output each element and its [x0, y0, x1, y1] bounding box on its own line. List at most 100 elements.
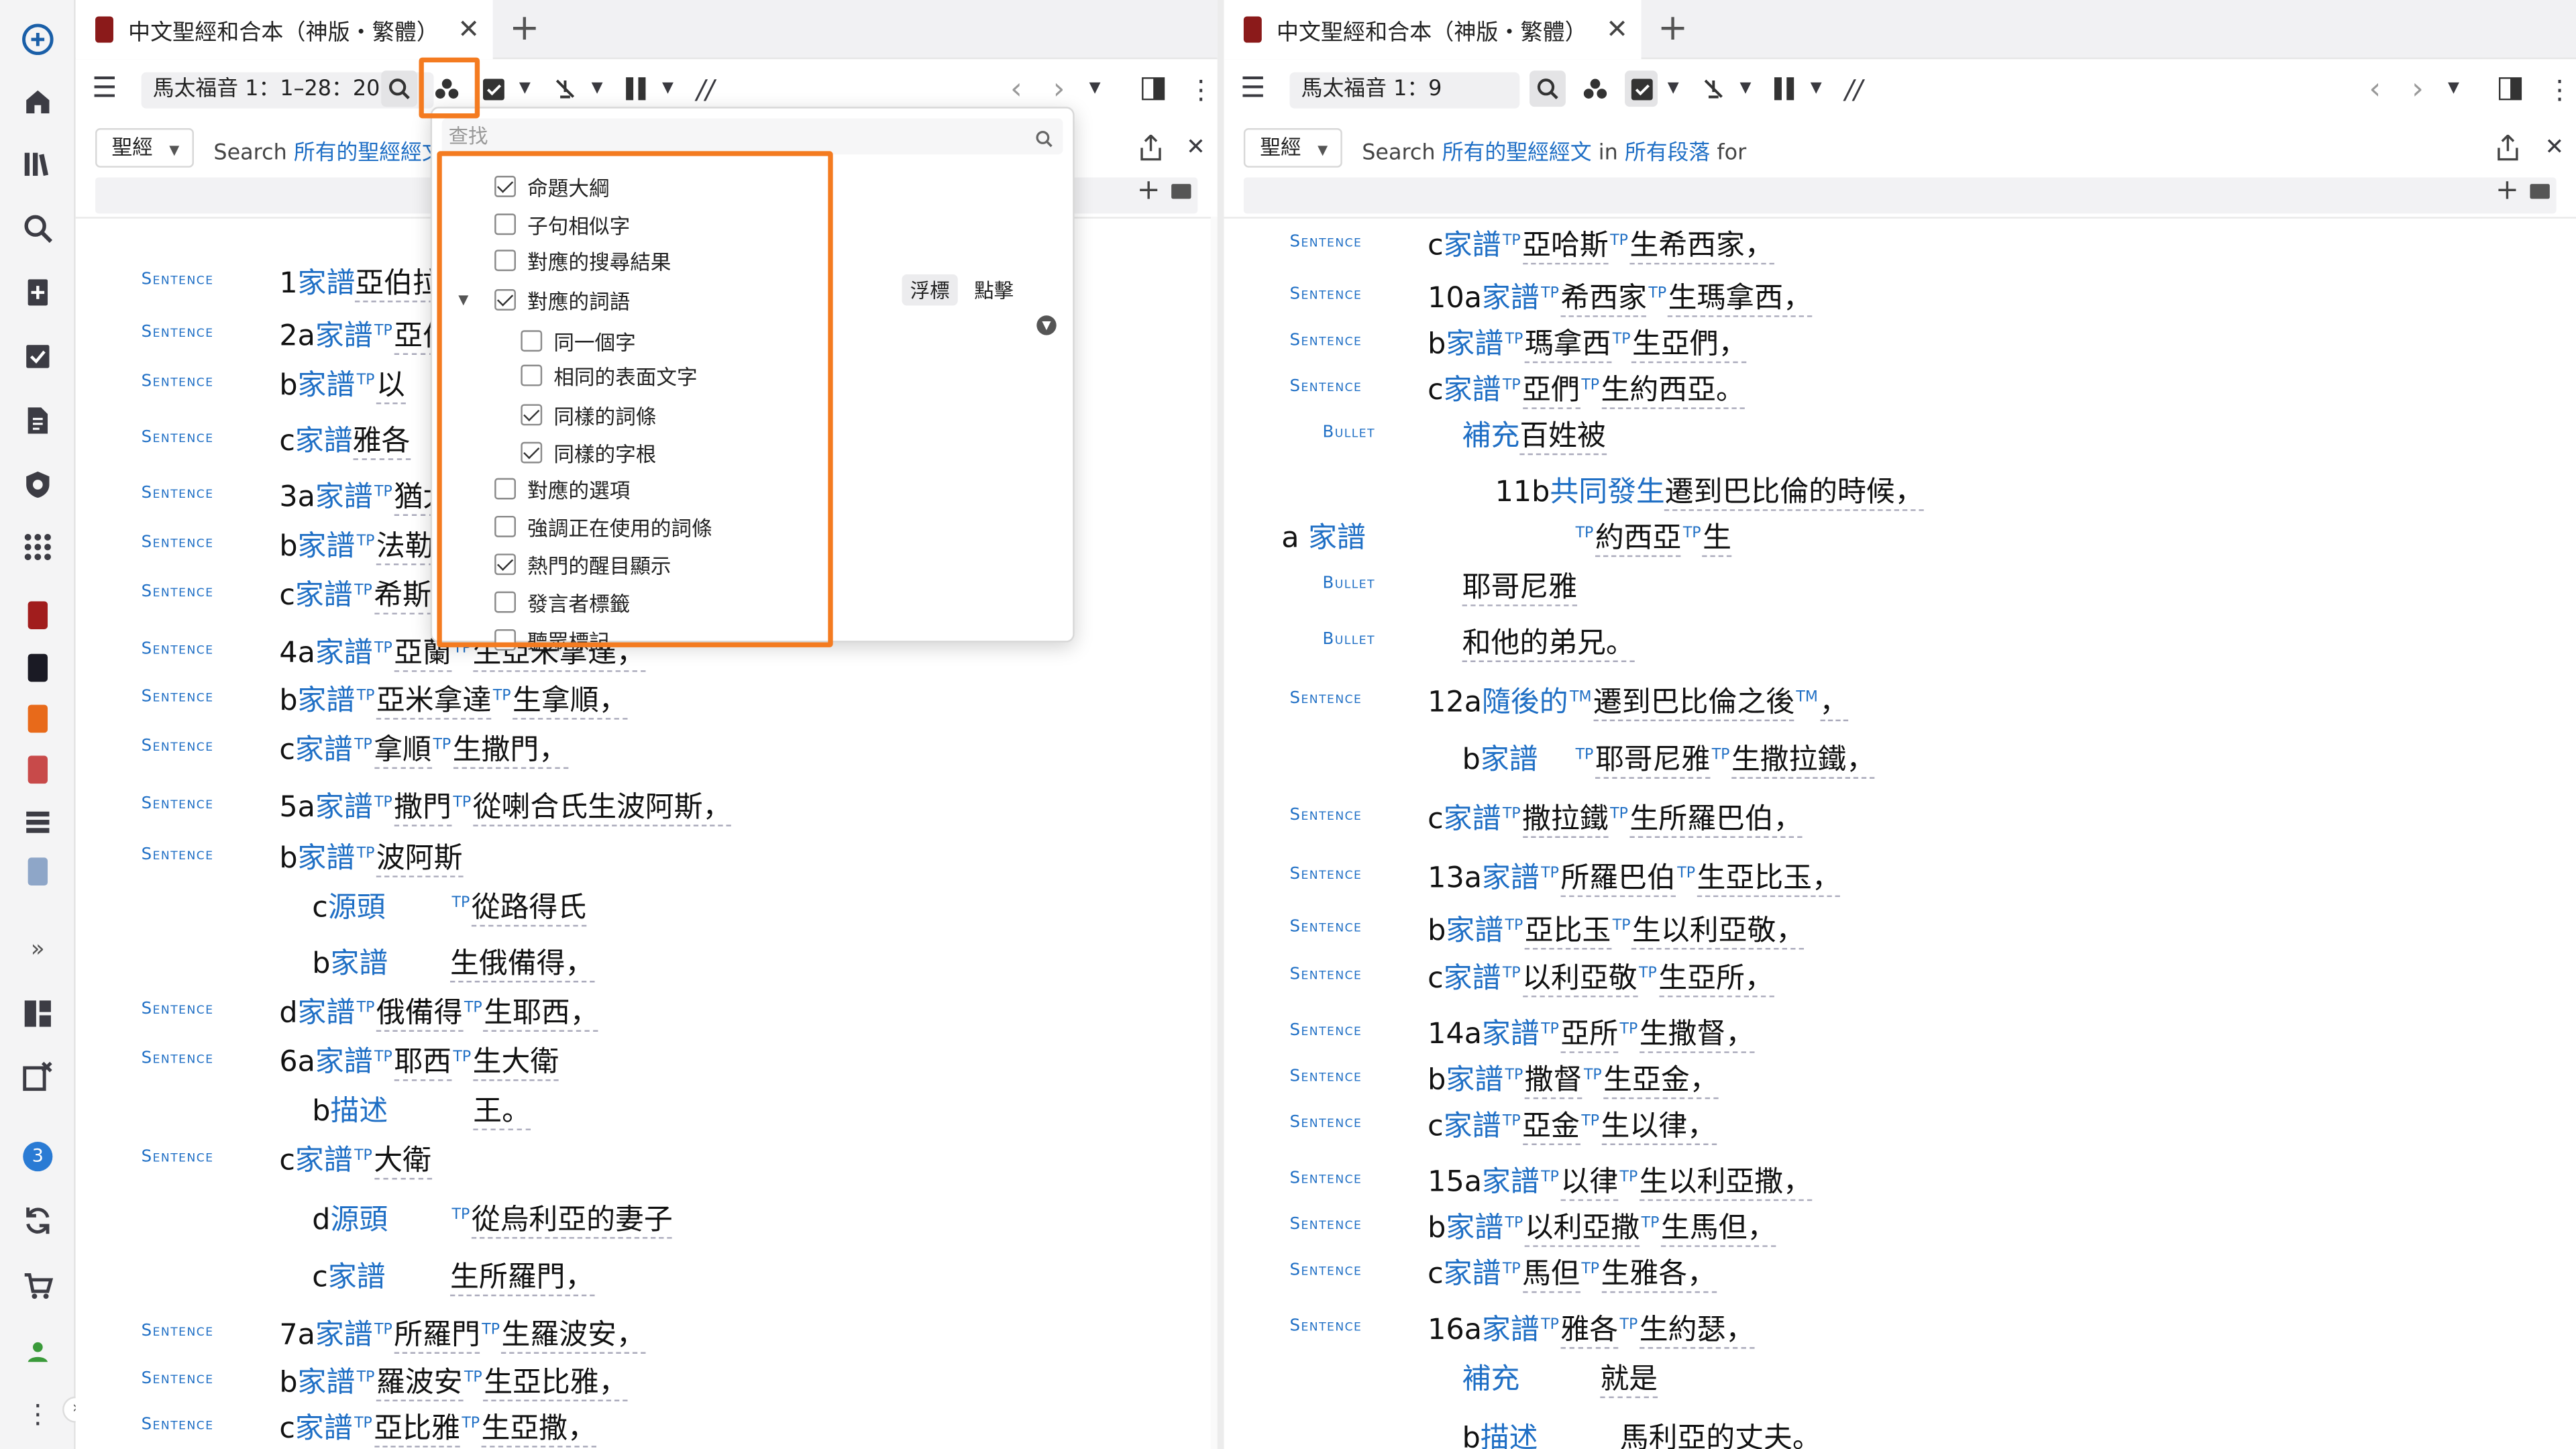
verse-line[interactable]: 5a家譜 TP 撒門 TP 從喇合氏生波阿斯， — [279, 786, 732, 826]
forward-icon[interactable]: › — [2412, 70, 2424, 107]
logos-logo-icon[interactable] — [18, 19, 58, 59]
clause-type-link[interactable]: 源頭 — [331, 1204, 388, 1237]
clause-type-link[interactable]: 家譜 — [1444, 963, 1501, 996]
more-vertical-icon[interactable]: ⋮ — [18, 1393, 58, 1433]
verse-line[interactable]: 2a家譜 TP 亞伯 — [279, 314, 451, 355]
in-scope-link[interactable]: 所有段落 — [1625, 142, 1710, 166]
clause-type-link[interactable]: 家譜 — [1482, 863, 1540, 896]
chevron-down-icon[interactable]: ▼ — [592, 70, 603, 107]
book-icon[interactable] — [28, 704, 48, 733]
clause-type-link[interactable]: 家譜 — [295, 735, 353, 767]
clause-type-link[interactable]: 家譜 — [1482, 282, 1540, 315]
home-icon[interactable] — [18, 82, 58, 121]
clause-type-link[interactable]: 家譜 — [1444, 804, 1501, 837]
clause-type-link[interactable]: 補充 — [1462, 421, 1520, 453]
left-tab[interactable]: 中文聖經和合本（神版・繁體） ✕ — [75, 0, 493, 60]
new-tab-icon[interactable]: + — [1658, 8, 1688, 49]
book-icon[interactable] — [28, 601, 48, 629]
pane-divider[interactable] — [1217, 0, 1224, 1449]
verse-line[interactable]: c家譜 TP 亞金 TP 生以律， — [1428, 1104, 1716, 1145]
clause-type-link[interactable]: 描述 — [331, 1095, 388, 1128]
chevron-down-icon[interactable]: ▼ — [519, 70, 531, 107]
verse-line[interactable]: b家譜 — [312, 941, 388, 982]
hover-badge[interactable]: 浮標 — [902, 274, 958, 306]
share-icon[interactable] — [2491, 129, 2524, 166]
verse-line[interactable]: c源頭 — [312, 885, 385, 926]
clause-type-link[interactable]: 家譜 — [315, 482, 373, 515]
checkbox-tool-icon[interactable] — [480, 70, 506, 107]
search-icon[interactable] — [1529, 70, 1566, 107]
close-tab-icon[interactable]: ✕ — [458, 13, 480, 45]
notes-icon[interactable] — [18, 401, 58, 441]
clause-type-link[interactable]: 家譜 — [295, 1145, 353, 1178]
clause-type-link[interactable]: 共同發生 — [1550, 476, 1664, 509]
verse-line-continuation[interactable]: TP 從路得氏 — [450, 885, 587, 927]
verse-line[interactable]: b描述 — [1462, 1416, 1538, 1449]
clause-type-link[interactable]: 家譜 — [315, 637, 373, 670]
chevron-down-icon[interactable]: ▼ — [2448, 70, 2459, 107]
verse-line[interactable]: 7a家譜 TP 所羅門 TP 生羅波安， — [279, 1313, 645, 1354]
verse-line[interactable]: 15a家譜 TP 以律 TP 生以利亞撒， — [1428, 1160, 1812, 1201]
book-icon[interactable] — [28, 653, 48, 682]
clause-type-link[interactable]: 家譜 — [298, 531, 356, 564]
clause-type-link[interactable]: 家譜 — [328, 1262, 386, 1295]
clause-type-link[interactable]: 家譜 — [1444, 1111, 1501, 1144]
inline-off-icon[interactable] — [1699, 70, 1728, 107]
verse-line[interactable]: 16a家譜 TP 雅各 TP 生約瑟， — [1428, 1307, 1755, 1349]
clause-type-link[interactable]: 家譜 — [1481, 744, 1538, 777]
verse-line[interactable]: d源頭 — [312, 1197, 388, 1238]
clause-type-link[interactable]: 家譜 — [1308, 523, 1366, 555]
verse-line[interactable]: 3a家譜 TP 猶大 — [279, 475, 451, 516]
expand-chevron-icon[interactable]: » — [18, 930, 58, 969]
clause-type-link[interactable]: 家譜 — [331, 948, 388, 981]
verse-line[interactable]: b家譜 TP 瑪拿西 TP 生亞們， — [1428, 322, 1748, 364]
verse-line[interactable]: 10a家譜 TP 希西家 TP 生瑪拿西， — [1428, 276, 1812, 317]
verse-line[interactable]: b家譜 TP 撒督 TP 生亞金， — [1428, 1058, 1719, 1099]
clause-type-link[interactable]: 源頭 — [328, 892, 386, 925]
cart-icon[interactable] — [18, 1267, 58, 1306]
verse-line[interactable]: 1家譜亞伯拉 — [279, 261, 441, 303]
clause-type-link[interactable]: 家譜 — [1446, 1212, 1503, 1245]
verse-line[interactable]: b描述 — [312, 1089, 388, 1130]
verse-line[interactable]: c家譜 TP 亞比雅 TP 生亞撒， — [279, 1406, 596, 1448]
verse-line-continuation[interactable]: 生所羅門， — [450, 1255, 594, 1297]
verse-line[interactable]: 13a家譜 TP 所羅巴伯 TP 生亞比玉， — [1428, 856, 1841, 898]
chevron-down-icon[interactable]: ▼ — [1089, 70, 1101, 107]
verse-line[interactable]: a 家譜 — [1281, 516, 1366, 557]
verse-line[interactable]: c家譜 TP 拿順 TP 生撒門， — [279, 728, 568, 769]
clause-type-link[interactable]: 家譜 — [298, 998, 356, 1030]
verse-line[interactable]: 12a隨後的 TM 遷到巴比倫之後 TM， — [1428, 680, 1849, 722]
verse-line[interactable]: 14a家譜 TP 亞所 TP 生撒督， — [1428, 1012, 1755, 1053]
book-icon[interactable] — [28, 857, 48, 886]
clause-type-link[interactable]: 家譜 — [315, 321, 373, 354]
menu-icon[interactable]: ☰ — [92, 70, 117, 107]
verse-line[interactable]: c家譜 TP 希斯 — [279, 574, 432, 614]
scope-select[interactable]: 聖經 ▼ — [95, 128, 194, 168]
clause-type-link[interactable]: 家譜 — [1444, 230, 1501, 263]
verse-line[interactable]: b家譜 TP 以 — [279, 363, 405, 405]
verse-line[interactable]: c家譜 TP 亞哈斯 TP 生希西家， — [1428, 223, 1774, 265]
verse-line-continuation[interactable]: 王。 — [473, 1089, 531, 1130]
clause-type-link[interactable]: 家譜 — [298, 268, 356, 301]
clause-type-link[interactable]: 家譜 — [1446, 915, 1503, 948]
chevron-down-icon[interactable]: ▼ — [1739, 70, 1751, 107]
verse-line[interactable]: b家譜 TP 以利亞撒 TP 生馬但， — [1428, 1206, 1776, 1247]
more-vertical-icon[interactable]: ⋮ — [1188, 70, 1214, 107]
keyboard-icon[interactable] — [2530, 184, 2550, 199]
close-search-icon[interactable]: ✕ — [2545, 129, 2565, 166]
inline-off-icon[interactable] — [550, 70, 580, 107]
verse-line-continuation[interactable]: 生俄備得， — [450, 941, 594, 983]
notification-badge[interactable]: 3 — [18, 1137, 58, 1177]
verse-line-continuation[interactable]: TP 耶哥尼雅 TP 生撒拉鐵， — [1574, 738, 1876, 779]
search-icon[interactable] — [381, 70, 418, 107]
menu-icon[interactable]: ☰ — [1240, 70, 1265, 107]
chevron-down-icon[interactable]: ▼ — [1668, 70, 1679, 107]
forward-icon[interactable]: › — [1053, 70, 1065, 107]
book-icon[interactable] — [28, 755, 48, 784]
click-badge[interactable]: 點擊 — [974, 276, 1014, 304]
verse-line-continuation[interactable]: TP 從烏利亞的妻子 — [450, 1197, 673, 1239]
apps-grid-icon[interactable] — [18, 527, 58, 567]
library-icon[interactable] — [18, 145, 58, 184]
verse-line[interactable]: b家譜 TP 亞比玉 TP 生以利亞敬， — [1428, 908, 1805, 950]
dropdown-circle-icon[interactable]: ▼ — [1036, 315, 1057, 335]
